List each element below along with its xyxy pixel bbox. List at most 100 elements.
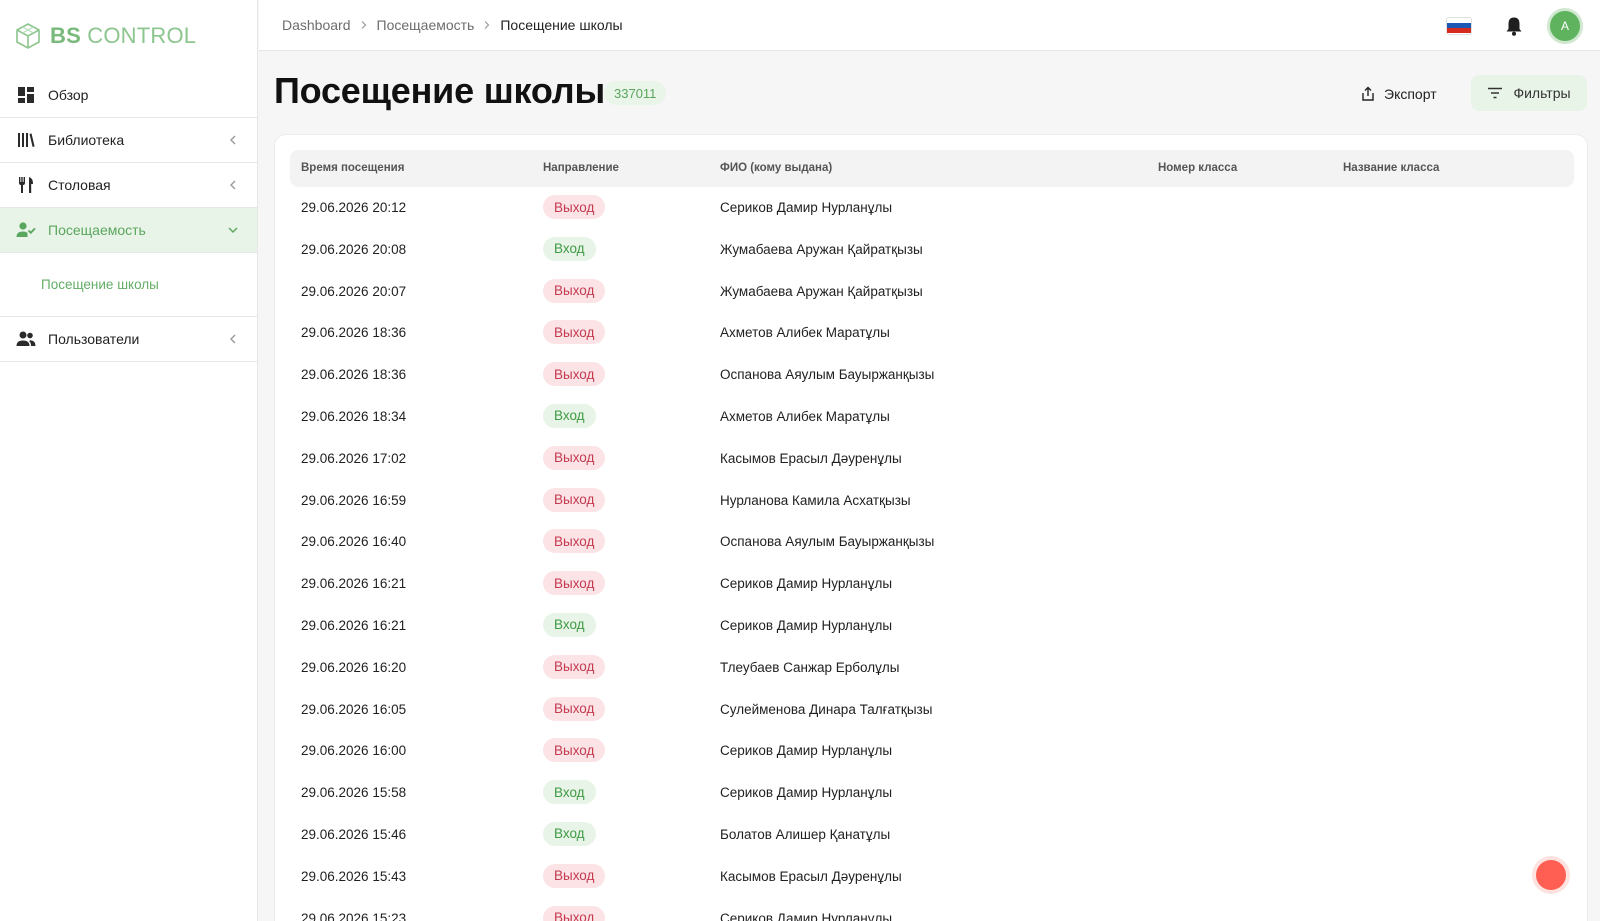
filters-label: Фильтры [1513,85,1571,101]
topbar-actions: A [1447,0,1600,51]
cell-name: Ахметов Алибек Маратұлы [720,408,890,424]
table-row[interactable]: 29.06.2026 20:08 Вход Жумабаева Аружан Қай… [290,229,1574,271]
direction-badge: Выход [543,905,606,921]
top-bar: Dashboard Посещаемость Посещение школы A [259,0,1600,51]
table-row[interactable]: 29.06.2026 15:23 Выход Сериков Дамир Нурла… [290,898,1574,921]
table-row[interactable]: 29.06.2026 16:21 Вход Сериков Дамир Нурлан… [290,605,1574,647]
table-row[interactable]: 29.06.2026 15:43 Выход Касымов Ерасыл Дәур… [290,856,1574,898]
cell-time: 29.06.2026 16:21 [301,617,407,633]
cell-time: 29.06.2026 16:59 [301,492,407,508]
direction-badge: Выход [543,195,606,219]
export-button[interactable]: Экспорт [1360,80,1437,108]
chevron-left-icon [230,180,236,190]
cell-name: Касымов Ерасыл Дәуренұлы [720,868,902,884]
table-row[interactable]: 29.06.2026 16:00 Выход Сериков Дамир Нурла… [290,730,1574,772]
table-row[interactable]: 29.06.2026 15:46 Вход Болатов Алишер Қанат… [290,814,1574,856]
cell-name: Сериков Дамир Нурланұлы [720,200,893,215]
user-avatar[interactable]: A [1547,7,1583,44]
person-check-icon [16,220,36,240]
floating-action-button[interactable] [1536,860,1566,890]
brand-logo[interactable]: BS CONTROL [0,0,257,72]
sidebar-item-label: Посещаемость [48,222,146,238]
table-row[interactable]: 29.06.2026 16:21 Выход Сериков Дамир Нурла… [290,563,1574,605]
direction-badge: Вход [543,612,596,637]
column-header-name[interactable]: ФИО (кому выдана) [720,162,832,174]
cell-name: Ахметов Алибек Маратұлы [720,325,890,341]
cell-time: 29.06.2026 20:12 [301,200,407,215]
cell-time: 29.06.2026 20:08 [301,241,407,257]
cell-time: 29.06.2026 15:43 [301,868,407,884]
cell-time: 29.06.2026 16:20 [301,659,407,675]
export-label: Экспорт [1384,86,1437,102]
breadcrumb: Dashboard Посещаемость Посещение школы [282,17,623,33]
table-row[interactable]: 29.06.2026 16:40 Выход Оспанова Аяулым Бау… [290,521,1574,563]
cell-name: Сериков Дамир Нурланұлы [720,576,893,592]
direction-badge: Выход [543,738,606,763]
column-header-time[interactable]: Время посещения [301,162,404,174]
record-count-badge: 337011 [604,81,667,105]
sidebar-item-label: Столовая [48,177,111,193]
cell-name: Касымов Ерасыл Дәуренұлы [720,450,902,466]
direction-badge: Выход [543,445,606,470]
chevron-right-icon [361,21,366,29]
avatar-letter: A [1560,18,1569,33]
language-flag-icon[interactable] [1447,17,1471,34]
sidebar: BS CONTROL Обзор Библиотека Столовая Пос… [0,0,258,921]
notification-bell-icon[interactable] [1503,15,1525,37]
chevron-right-icon [484,21,490,29]
column-header-direction[interactable]: Направление [543,162,619,174]
sidebar-item-canteen[interactable]: Столовая [0,163,257,208]
filters-button[interactable]: Фильтры [1471,75,1587,111]
sidebar-item-overview[interactable]: Обзор [0,72,257,118]
users-icon [16,329,36,349]
table-row[interactable]: 29.06.2026 20:12 Выход Сериков Дамир Нурла… [290,187,1574,229]
cell-name: Сериков Дамир Нурланұлы [720,617,893,633]
table-row[interactable]: 29.06.2026 16:20 Выход Тлеубаев Санжар Ерб… [290,647,1574,689]
direction-badge: Вход [543,403,596,428]
cell-time: 29.06.2026 18:36 [301,367,407,383]
sidebar-item-attendance[interactable]: Посещаемость [0,208,257,253]
direction-badge: Выход [543,278,606,303]
table-row[interactable]: 29.06.2026 18:34 Вход Ахметов Алибек Марат… [290,396,1574,438]
table-row[interactable]: 29.06.2026 18:36 Выход Ахметов Алибек Мара… [290,312,1574,354]
cell-name: Сериков Дамир Нурланұлы [720,785,893,801]
direction-badge: Вход [543,236,596,261]
cell-time: 29.06.2026 16:05 [301,701,407,717]
table-row[interactable]: 29.06.2026 18:36 Выход Оспанова Аяулым Бау… [290,354,1574,396]
column-header-class-number[interactable]: Номер класса [1158,162,1237,174]
cell-name: Сериков Дамир Нурланұлы [720,743,893,759]
chevron-left-icon [230,135,236,145]
chevron-down-icon [228,227,238,233]
cell-time: 29.06.2026 16:40 [301,534,407,550]
cube-logo-icon [16,23,40,49]
table-row[interactable]: 29.06.2026 16:05 Выход Сулейменова Динара … [290,689,1574,731]
filter-lines-icon [1488,87,1503,99]
sidebar-subitem-school-visits[interactable]: Посещение школы [0,253,257,317]
breadcrumb-attendance[interactable]: Посещаемость [377,17,475,33]
breadcrumb-current: Посещение школы [500,17,623,33]
table-row[interactable]: 29.06.2026 17:02 Выход Касымов Ерасыл Дәур… [290,438,1574,480]
cell-time: 29.06.2026 20:07 [301,283,407,299]
fork-knife-icon [16,175,36,195]
table-row[interactable]: 29.06.2026 15:58 Вход Сериков Дамир Нурлан… [290,772,1574,814]
cell-name: Болатов Алишер Қанатұлы [720,826,891,842]
direction-badge: Выход [543,529,606,554]
column-header-class-name[interactable]: Название класса [1343,162,1439,174]
sidebar-item-library[interactable]: Библиотека [0,118,257,163]
export-share-icon [1362,86,1374,101]
direction-badge: Выход [543,696,606,721]
brand-name: BS CONTROL [50,23,197,48]
breadcrumb-dashboard[interactable]: Dashboard [282,17,351,33]
cell-time: 29.06.2026 16:00 [301,743,407,759]
cell-name: Сериков Дамир Нурланұлы [720,910,893,921]
direction-badge: Вход [543,780,596,805]
cell-time: 29.06.2026 18:36 [301,325,407,341]
table-row[interactable]: 29.06.2026 16:59 Выход Нурланова Камила Ас… [290,480,1574,522]
cell-name: Тлеубаев Санжар Ерболұлы [720,659,900,675]
table-row[interactable]: 29.06.2026 20:07 Выход Жумабаева Аружан Қа… [290,271,1574,313]
cell-time: 29.06.2026 17:02 [301,450,407,466]
sidebar-item-label: Обзор [48,86,89,103]
table-body: 29.06.2026 20:12 Выход Сериков Дамир Нурла… [290,187,1574,921]
direction-badge: Выход [543,487,606,512]
sidebar-item-users[interactable]: Пользователи [0,317,257,362]
